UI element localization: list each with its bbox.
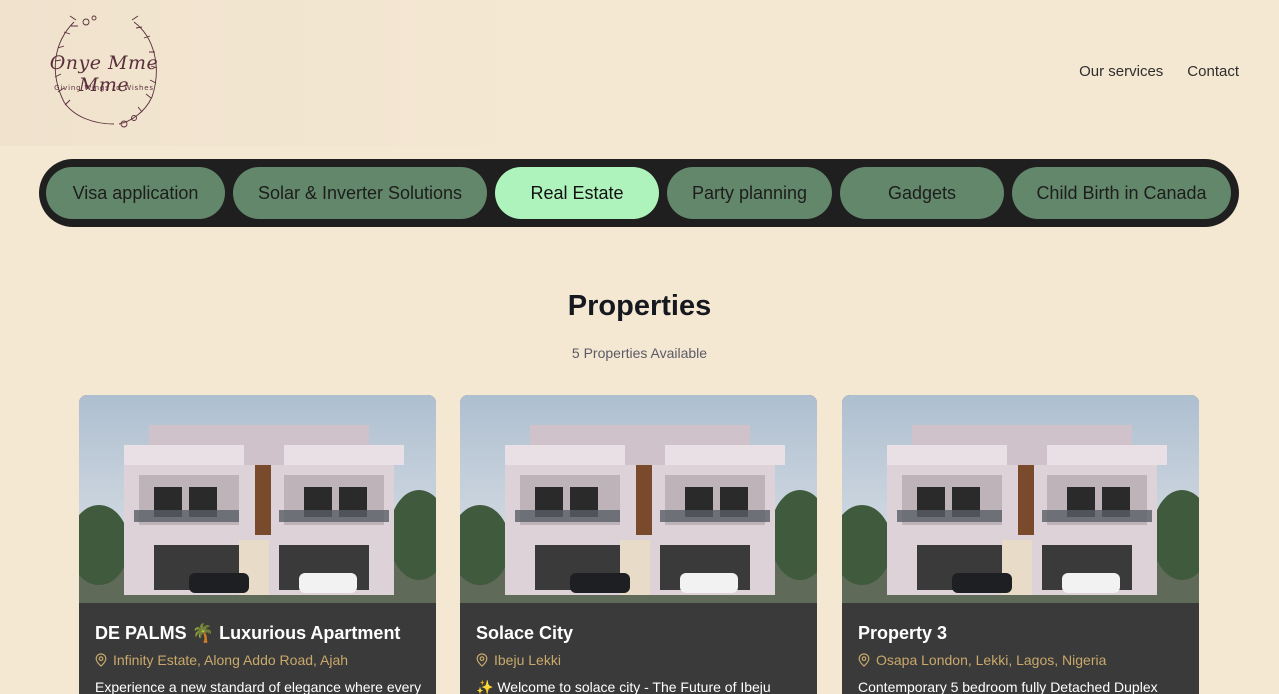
nav-our-services-link[interactable]: Our services	[1079, 63, 1163, 80]
property-location-text: Infinity Estate, Along Addo Road, Ajah	[113, 652, 349, 668]
property-title[interactable]: DE PALMS 🌴 Luxurious Apartment	[95, 623, 400, 644]
logo-area: Onye Mme Mme Giving Wings to Wishes	[0, 0, 560, 146]
property-card[interactable]: DE PALMS 🌴 Luxurious Apartment Infinity …	[79, 395, 436, 694]
properties-count: 5 Properties Available	[571, 345, 708, 361]
property-image[interactable]	[842, 395, 1199, 603]
property-photo	[460, 395, 817, 603]
property-description: Experience a new standard of elegance wh…	[95, 679, 422, 694]
property-photo	[842, 395, 1199, 603]
property-location: Infinity Estate, Along Addo Road, Ajah	[95, 652, 348, 668]
property-location-text: Ibeju Lekki	[494, 652, 561, 668]
property-title[interactable]: Solace City	[476, 623, 573, 644]
page-title: Properties	[567, 290, 712, 322]
property-image[interactable]	[460, 395, 817, 603]
category-bar: Visa application Solar & Inverter Soluti…	[39, 159, 1239, 227]
property-location: Osapa London, Lekki, Lagos, Nigeria	[858, 652, 1106, 668]
property-description: ✨ Welcome to solace city - The Future of…	[476, 679, 771, 694]
category-real-estate[interactable]: Real Estate	[495, 167, 659, 219]
property-card[interactable]: Property 3 Osapa London, Lekki, Lagos, N…	[842, 395, 1199, 694]
map-pin-icon	[476, 653, 488, 667]
map-pin-icon	[858, 653, 870, 667]
property-description: Contemporary 5 bedroom fully Detached Du…	[858, 679, 1158, 694]
property-image[interactable]	[79, 395, 436, 603]
logo-tagline: Giving Wings to Wishes	[54, 84, 154, 92]
property-title[interactable]: Property 3	[858, 623, 947, 644]
nav-contact-link[interactable]: Contact	[1187, 63, 1239, 80]
property-location-text: Osapa London, Lekki, Lagos, Nigeria	[876, 652, 1107, 668]
top-nav: Our services Contact	[1079, 63, 1239, 80]
category-visa-application[interactable]: Visa application	[46, 167, 225, 219]
property-card[interactable]: Solace City Ibeju Lekki ✨ Welcome to sol…	[460, 395, 817, 694]
category-solar-inverter[interactable]: Solar & Inverter Solutions	[233, 167, 487, 219]
map-pin-icon	[95, 653, 107, 667]
category-party-planning[interactable]: Party planning	[667, 167, 832, 219]
property-photo	[79, 395, 436, 603]
logo[interactable]: Onye Mme Mme Giving Wings to Wishes	[34, 12, 174, 132]
category-gadgets[interactable]: Gadgets	[840, 167, 1004, 219]
property-location: Ibeju Lekki	[476, 652, 561, 668]
site-header: Onye Mme Mme Giving Wings to Wishes Our …	[0, 0, 1279, 146]
category-child-birth-canada[interactable]: Child Birth in Canada	[1012, 167, 1231, 219]
